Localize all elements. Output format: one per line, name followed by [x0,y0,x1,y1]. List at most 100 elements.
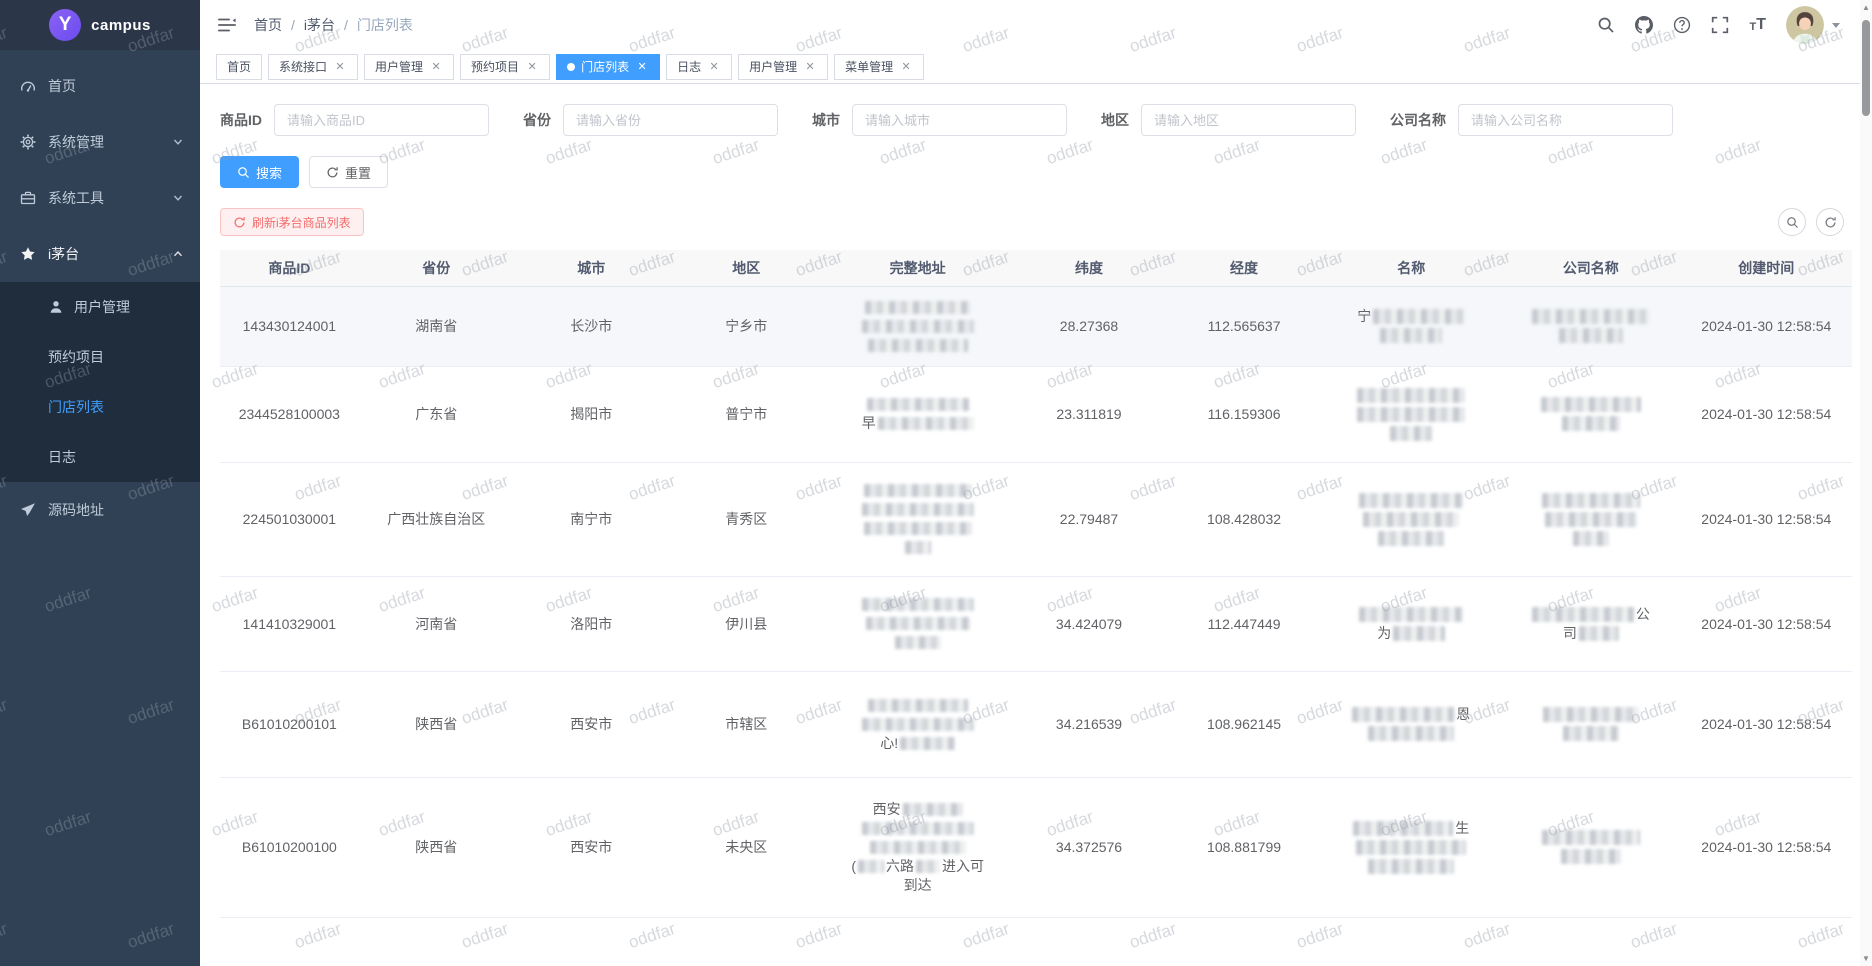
logo[interactable]: Y campus [0,0,200,50]
table-cell: 108.881799 [1167,777,1322,917]
app-root: Y campus 首页系统管理系统工具i茅台用户管理预约项目门店列表日志源码地址… [0,0,1872,966]
scrollbar-thumb[interactable] [1862,20,1870,116]
district-input[interactable] [1141,104,1356,136]
table-cell: 揭阳市 [514,366,669,462]
close-icon[interactable]: ✕ [899,60,913,74]
tab-system-api[interactable]: 系统接口✕ [268,54,358,80]
table-cell: 广西壮族自治区 [359,462,514,576]
logo-icon: Y [49,9,81,41]
sidebar-item-store-list[interactable]: 门店列表 [0,382,200,432]
tab-user-management[interactable]: 用户管理✕ [364,54,454,80]
blurred-text-block [1356,840,1466,855]
table-cell: 生 [1322,777,1502,917]
tab-logs[interactable]: 日志✕ [666,54,732,80]
table-cell: 西安(六路进入可到达 [824,777,1012,917]
table-cell [824,286,1012,366]
close-icon[interactable]: ✕ [525,60,539,74]
table-cell: 南宁市 [514,462,669,576]
close-icon[interactable]: ✕ [707,60,721,74]
tab-label: 菜单管理 [845,58,893,75]
table-cell [1167,917,1322,966]
breadcrumb-item: 门店列表 [357,15,413,35]
sidebar-item-system-management[interactable]: 系统管理 [0,114,200,170]
tab-user-management-2[interactable]: 用户管理✕ [738,54,828,80]
column-header: 名称 [1322,250,1502,286]
redacted-content: 公司 [1507,605,1675,643]
tab-home[interactable]: 首页 [216,54,262,80]
blurred-text-block [1359,607,1463,622]
dashboard-icon [20,78,36,94]
close-icon[interactable]: ✕ [333,60,347,74]
sidebar-item-source-code[interactable]: 源码地址 [0,482,200,538]
sidebar: Y campus 首页系统管理系统工具i茅台用户管理预约项目门店列表日志源码地址 [0,0,200,966]
table-cell: 108.962145 [1167,671,1322,777]
blurred-text-block [1579,626,1619,641]
redacted-content [1507,395,1675,433]
table-row: B61010200101陕西省西安市市辖区心!34.216539108.9621… [220,671,1852,777]
redacted-content: 西安(六路进入可到达 [830,800,1006,895]
sidebar-item-user-management[interactable]: 用户管理 [0,282,200,332]
sidebar-item-logs[interactable]: 日志 [0,432,200,482]
blurred-text-block [1545,512,1637,527]
chevron-down-icon [172,136,184,148]
field-label-company-name: 公司名称 [1390,110,1446,130]
province-input[interactable] [563,104,778,136]
blurred-text-block [862,598,974,611]
github-icon[interactable] [1635,16,1653,34]
product-id-input[interactable] [274,104,489,136]
table-cell: 洛阳市 [514,576,669,671]
city-input[interactable] [852,104,1067,136]
tab-menu-management[interactable]: 菜单管理 ✕ [834,54,924,80]
close-icon[interactable]: ✕ [803,60,817,74]
scroll-up-arrow[interactable]: ▲ [1860,3,1872,12]
font-size-icon[interactable]: TT [1749,17,1766,33]
user-avatar-dropdown[interactable] [1786,6,1840,44]
blurred-text-block [867,398,969,411]
close-icon[interactable]: ✕ [635,60,649,74]
redacted-content [1507,491,1675,548]
table-tools [1778,208,1844,236]
table-cell: 224501030001 [220,462,359,576]
search-icon[interactable] [1597,16,1615,34]
table-cell [1501,462,1681,576]
tab-label: 首页 [227,58,251,75]
refresh-icon [233,216,246,229]
close-icon[interactable]: ✕ [429,60,443,74]
tab-reservation-projects[interactable]: 预约项目✕ [460,54,550,80]
redacted-content: 恩 [1328,705,1496,743]
redacted-content [830,481,1006,557]
refresh-table-button[interactable] [1816,208,1844,236]
table-cell: 普宁市 [669,366,824,462]
breadcrumb-item[interactable]: 首页 [254,15,282,35]
tab-store-list[interactable]: 门店列表✕ [556,54,660,80]
table-row: 揭阳大道北 [220,917,1852,966]
sidebar-fold-icon[interactable] [214,14,240,36]
table-cell [1322,366,1502,462]
star-icon [20,246,36,262]
refresh-imaotai-products-button[interactable]: 刷新i茅台商品列表 [220,208,364,236]
blurred-text-block [1573,531,1609,546]
field-label-product-id: 商品ID [220,110,262,130]
fullscreen-icon[interactable] [1711,16,1729,34]
table-cell: B61010200101 [220,671,359,777]
sidebar-item-reservation-projects[interactable]: 预约项目 [0,332,200,382]
toggle-search-button[interactable] [1778,208,1806,236]
sidebar-item-system-tools[interactable]: 系统工具 [0,170,200,226]
sidebar-item-home[interactable]: 首页 [0,58,200,114]
table-cell: 34.424079 [1011,576,1166,671]
tags-view-bar: 首页系统接口✕用户管理✕预约项目✕门店列表✕日志✕用户管理✕菜单管理✕ [200,50,1872,84]
redacted-content [830,595,1006,652]
company-name-input[interactable] [1458,104,1673,136]
table-cell: 恩 [1322,671,1502,777]
sidebar-item-imaotai[interactable]: i茅台 [0,226,200,282]
help-icon[interactable] [1673,16,1691,34]
redacted-content [1507,705,1675,743]
table-row: 141410329001河南省洛阳市伊川县34.424079112.447449… [220,576,1852,671]
search-button[interactable]: 搜索 [220,156,299,188]
reset-button[interactable]: 重置 [309,156,388,188]
blurred-text-block [870,841,966,854]
table-cell: 2024-01-30 12:58:54 [1681,671,1852,777]
scroll-down-arrow[interactable]: ▼ [1860,954,1872,963]
store-table: 商品ID省份城市地区完整地址纬度经度名称公司名称创建时间 14343012400… [220,250,1852,966]
blurred-text-block [865,301,970,314]
